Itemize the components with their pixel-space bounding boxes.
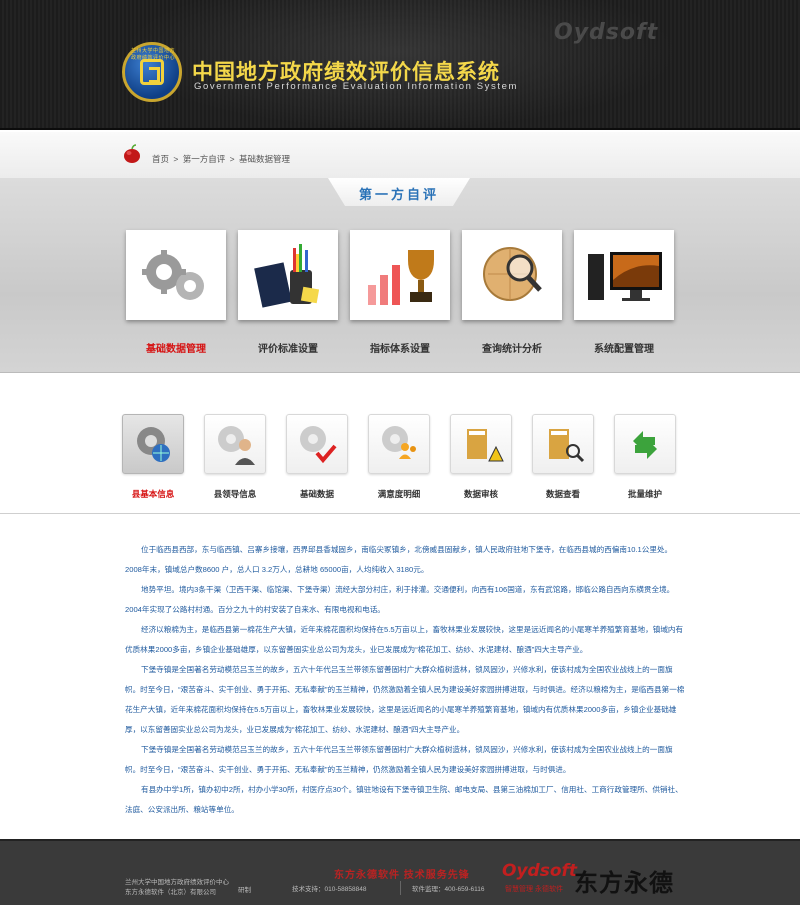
submodule-label-batch-maintain[interactable]: 批量维护 <box>605 488 685 500</box>
paragraph: 地势平坦。境内3条干渠（卫西干渠、临馆渠、下堡寺渠）流经大部分村庄，利于排灌。交… <box>125 585 675 614</box>
footer-org: 兰州大学中国地方政府绩效评价中心 东方永德软件（北京）有限公司 <box>125 878 229 898</box>
check-gear-icon <box>300 426 337 464</box>
logo-mark-icon <box>140 59 164 85</box>
computer-icon <box>588 252 662 301</box>
module-label-sys-config[interactable]: 系统配置管理 <box>569 340 679 355</box>
section-title: 第一方自评 <box>358 187 439 202</box>
submodule-batch-maintain[interactable] <box>614 414 676 474</box>
trophy-chart-icon <box>368 250 434 305</box>
module-card-basic-data[interactable] <box>126 222 236 320</box>
submodule-data-view[interactable] <box>532 414 594 474</box>
footer-develop-label: 研制 <box>238 887 251 894</box>
breadcrumb-separator: > <box>173 154 179 164</box>
submodule-satisfaction[interactable] <box>368 414 430 474</box>
brand-logo: Oydsoft <box>554 20 659 45</box>
breadcrumb-bar: 首页 > 第一方自评 > 基础数据管理 <box>0 132 800 178</box>
footer-support: 技术支持：010-58858848 <box>292 886 367 893</box>
breadcrumb-separator: > <box>229 154 235 164</box>
pen-holder-icon <box>254 244 320 308</box>
submodule-county-info[interactable] <box>122 414 184 474</box>
submodule-basic-data[interactable] <box>286 414 348 474</box>
module-card-eval-standard[interactable] <box>238 222 348 320</box>
footer-org-line1: 兰州大学中国地方政府绩效评价中心 <box>125 879 229 886</box>
search-stack-icon <box>549 429 585 463</box>
submodule-label-satisfaction[interactable]: 满意度明细 <box>359 488 439 500</box>
paragraph: 下堡寺镇是全国著名劳动模范吕玉兰的故乡，五六十年代吕玉兰带领东留善固村广大群众植… <box>125 665 685 734</box>
logo-emblem: 兰州大学中国地方政府绩效评价中心 <box>122 42 182 102</box>
users-gear-icon <box>382 426 416 459</box>
submodule-label-basic-data[interactable]: 基础数据 <box>277 488 357 500</box>
system-subtitle: Government Performance Evaluation Inform… <box>194 81 518 92</box>
module-label-basic-data[interactable]: 基础数据管理 <box>121 340 231 355</box>
submodule-data-audit[interactable] <box>450 414 512 474</box>
paragraph: 下堡寺镇是全国著名劳动模范吕玉兰的故乡，五六十年代吕玉兰带领东留善固村广大群众植… <box>125 745 673 774</box>
submodule-label-data-view[interactable]: 数据查看 <box>523 488 603 500</box>
user-gear-icon <box>218 426 255 465</box>
module-card-statistics[interactable] <box>462 222 572 320</box>
arrows-icon <box>633 431 657 459</box>
gears-icon <box>142 250 204 300</box>
breadcrumb-home[interactable]: 首页 <box>152 154 169 164</box>
paragraph: 位于临西县西部，东与临西镇、吕寨乡接壤，西界邱县香城固乡，南临尖冢镇乡，北傍威县… <box>125 545 673 574</box>
submodule-label-data-audit[interactable]: 数据审核 <box>441 488 521 500</box>
footer: 兰州大学中国地方政府绩效评价中心 东方永德软件（北京）有限公司 研制 东方永德软… <box>0 839 800 905</box>
apple-icon <box>124 144 140 163</box>
footer-brand-sub: 智慧管理 永德软件 <box>505 886 563 893</box>
breadcrumb-current: 基础数据管理 <box>238 154 290 164</box>
footer-slogan: 东方永德软件 技术服务先锋 <box>334 870 470 881</box>
breadcrumb: 首页 > 第一方自评 > 基础数据管理 <box>152 153 292 165</box>
module-label-statistics[interactable]: 查询统计分析 <box>457 340 567 355</box>
county-info-text: 位于临西县西部，东与临西镇、吕寨乡接壤，西界邱县香城固乡，南临尖冢镇乡，北傍威县… <box>125 540 685 820</box>
module-label-eval-standard[interactable]: 评价标准设置 <box>233 340 343 355</box>
module-label-index-system[interactable]: 指标体系设置 <box>345 340 455 355</box>
header-banner: 兰州大学中国地方政府绩效评价中心 中国地方政府绩效评价信息系统 Governme… <box>0 0 800 130</box>
breadcrumb-self-eval[interactable]: 第一方自评 <box>183 154 226 164</box>
paragraph: 经济以粮棉为主，是临西县第一棉花生产大镇，近年来棉花面积均保持在5.5万亩以上，… <box>125 625 684 654</box>
module-card-sys-config[interactable] <box>574 222 684 320</box>
warning-stack-icon <box>467 429 504 462</box>
globe-gear-icon <box>137 427 170 462</box>
module-card-index-system[interactable] <box>350 222 460 320</box>
footer-org-line2: 东方永德软件（北京）有限公司 <box>125 889 216 896</box>
footer-divider <box>400 881 401 895</box>
globe-magnifier-icon <box>483 247 542 301</box>
submodule-label-county-info[interactable]: 县基本信息 <box>113 488 193 500</box>
paragraph: 有县办中学1所，镇办初中2所，村办小学30所，村医疗点30个。镇驻地设有下堡寺镇… <box>125 785 683 814</box>
footer-calligraphy-logo: 东方永德 <box>574 868 674 897</box>
footer-hotline: 软件监理：400-659-6116 <box>412 886 485 893</box>
submodule-leader-info[interactable] <box>204 414 266 474</box>
footer-brand-logo: Oydsoft <box>502 861 578 881</box>
submodule-label-leader-info[interactable]: 县领导信息 <box>195 488 275 500</box>
